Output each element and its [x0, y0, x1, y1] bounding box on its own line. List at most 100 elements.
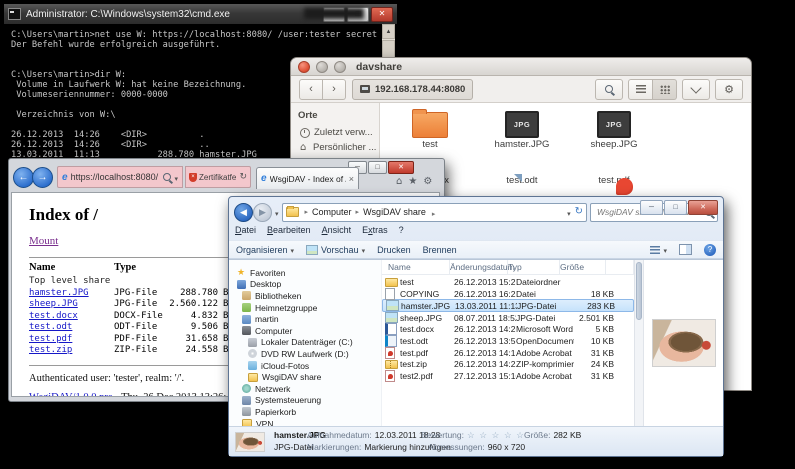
- forward-button[interactable]: ›: [323, 79, 346, 100]
- file-link[interactable]: test.zip: [29, 345, 114, 357]
- file-item[interactable]: test.pdf: [568, 149, 660, 186]
- minimize-button[interactable]: ─: [640, 200, 663, 215]
- sidebar-item[interactable]: Bibliotheken: [229, 290, 381, 302]
- address-bar[interactable]: ComputerWsgiDAV share: [282, 203, 587, 222]
- column-type[interactable]: Typ: [508, 260, 560, 274]
- address-dropdown-icon[interactable]: [567, 203, 571, 221]
- sidebar-item[interactable]: martin: [229, 313, 381, 325]
- nav-history-dropdown-icon[interactable]: [275, 203, 279, 221]
- back-button[interactable]: ◀: [234, 203, 253, 222]
- file-link[interactable]: test.pdf: [29, 334, 114, 346]
- cmd-title-bar[interactable]: Administrator: C:\Windows\system32\cmd.e…: [4, 4, 397, 24]
- search-button[interactable]: [595, 79, 623, 100]
- forward-button[interactable]: ▶: [253, 203, 272, 222]
- sidebar-item[interactable]: VPN: [229, 418, 381, 426]
- column-name[interactable]: Name: [388, 260, 450, 274]
- sidebar-item[interactable]: iCloud-Fotos: [229, 360, 381, 372]
- file-link[interactable]: test.odt: [29, 322, 114, 334]
- file-name: test.odt: [400, 336, 454, 346]
- file-row[interactable]: sheep.JPG 08.07.2011 18:52 JPG-Datei 2.5…: [382, 312, 634, 324]
- maximize-icon[interactable]: [334, 61, 346, 73]
- help-icon[interactable]: ?: [704, 244, 716, 256]
- scroll-up-icon[interactable]: ▲: [382, 24, 395, 39]
- address-bar[interactable]: e https://localhost:8080/: [57, 166, 183, 188]
- file-name: test2.pdf: [400, 371, 454, 381]
- certificate-error-button[interactable]: × Zertifikatfe... ↻: [185, 166, 251, 188]
- menu-item[interactable]: Bearbeiten: [267, 225, 311, 238]
- file-row[interactable]: test.docx 26.12.2013 14:26 Microsoft Wor…: [382, 323, 634, 335]
- scrollbar[interactable]: [634, 260, 643, 426]
- breadcrumb-item[interactable]: Computer: [301, 207, 352, 217]
- sidebar-item[interactable]: Netzwerk: [229, 383, 381, 395]
- sidebar-item[interactable]: DVD RW Laufwerk (D:): [229, 348, 381, 360]
- wsgidav-version-link[interactable]: WsgiDAV/1.0.0.pre: [29, 392, 113, 398]
- preview-pane-toggle[interactable]: [679, 244, 692, 255]
- close-button[interactable]: ✕: [688, 200, 718, 215]
- sidebar-item[interactable]: Heimnetzgruppe: [229, 302, 381, 314]
- menu-item[interactable]: Extras: [362, 225, 388, 238]
- location-button[interactable]: 192.168.178.44:8080: [352, 79, 473, 100]
- mount-link[interactable]: Mount: [29, 235, 58, 247]
- file-link[interactable]: test.docx: [29, 311, 114, 323]
- sidebar-item[interactable]: Papierkorb: [229, 406, 381, 418]
- menu-item[interactable]: Ansicht: [322, 225, 352, 238]
- print-button[interactable]: Drucken: [377, 245, 411, 255]
- back-button[interactable]: ‹: [299, 79, 323, 100]
- file-item[interactable]: JPG hamster.JPG: [476, 112, 568, 149]
- file-item[interactable]: test.odt: [476, 149, 568, 186]
- close-button[interactable]: ✕: [388, 161, 414, 174]
- scrollbar-thumb[interactable]: [636, 262, 642, 320]
- menu-item[interactable]: Datei: [235, 225, 256, 238]
- gear-icon[interactable]: ⚙: [423, 176, 432, 187]
- views-button[interactable]: [650, 245, 667, 255]
- list-view-button[interactable]: [628, 79, 653, 100]
- file-row[interactable]: COPYING 26.12.2013 16:22 Datei 18 KB: [382, 288, 634, 300]
- back-button[interactable]: ←: [13, 167, 34, 188]
- breadcrumb-item[interactable]: WsgiDAV share: [352, 207, 426, 217]
- home-icon[interactable]: ⌂: [396, 176, 402, 187]
- forward-button[interactable]: →: [32, 167, 53, 188]
- close-button[interactable]: ✕: [371, 7, 393, 22]
- nautilus-title-bar[interactable]: davshare: [291, 58, 751, 76]
- column-date-modified[interactable]: Änderungsdatum: [450, 260, 508, 274]
- sidebar-item[interactable]: Computer: [229, 325, 381, 337]
- file-row[interactable]: test.odt 26.12.2013 13:55 OpenDocument T…: [382, 335, 634, 347]
- organize-button[interactable]: Organisieren: [236, 245, 294, 255]
- file-link[interactable]: sheep.JPG: [29, 299, 114, 311]
- view-options-button[interactable]: [682, 79, 710, 100]
- maximize-button[interactable]: □: [664, 200, 687, 215]
- maximize-button[interactable]: □: [368, 161, 387, 174]
- settings-button[interactable]: ⚙: [715, 79, 743, 100]
- close-icon[interactable]: [298, 61, 310, 73]
- sidebar-item[interactable]: Desktop: [229, 279, 381, 291]
- file-item[interactable]: test: [384, 112, 476, 149]
- column-size[interactable]: Größe: [560, 260, 606, 274]
- menu-item[interactable]: ?: [399, 225, 404, 238]
- sidebar-place-item[interactable]: Persönlicher ...: [291, 140, 379, 155]
- file-item[interactable]: JPG sheep.JPG: [568, 112, 660, 149]
- file-row[interactable]: test.zip 26.12.2013 14:22 ZIP-komprimier…: [382, 358, 634, 370]
- address-dropdown-icon[interactable]: [174, 168, 178, 186]
- file-row[interactable]: test.pdf 26.12.2013 14:19 Adobe Acrobat …: [382, 347, 634, 359]
- grid-view-button[interactable]: [653, 79, 677, 100]
- sidebar-place-item[interactable]: Zuletzt verw...: [291, 125, 379, 140]
- file-row[interactable]: test2.pdf 27.12.2013 15:10 Adobe Acrobat…: [382, 370, 634, 382]
- refresh-icon[interactable]: [575, 207, 583, 217]
- file-link[interactable]: hamster.JPG: [29, 288, 114, 300]
- sidebar-item[interactable]: Systemsteuerung: [229, 395, 381, 407]
- file-row[interactable]: test 26.12.2013 15:21 Dateiordner: [382, 276, 634, 288]
- favorites-star-icon[interactable]: ★: [408, 176, 417, 187]
- tab[interactable]: e WsgiDAV - Index of / ×: [256, 167, 359, 189]
- sidebar-item[interactable]: Favoriten: [229, 267, 381, 279]
- preview-button[interactable]: Vorschau: [306, 245, 365, 255]
- file-icon: JPG: [597, 111, 631, 138]
- refresh-icon[interactable]: ↻: [239, 172, 247, 182]
- sidebar-item[interactable]: WsgiDAV share: [229, 371, 381, 383]
- file-row[interactable]: hamster.JPG 13.03.2011 11:13 JPG-Datei 2…: [382, 299, 634, 312]
- tab-close-icon[interactable]: ×: [349, 174, 354, 184]
- views-icon: [650, 246, 660, 254]
- rating-stars[interactable]: ☆ ☆ ☆ ☆ ☆: [467, 431, 525, 441]
- minimize-icon[interactable]: [316, 61, 328, 73]
- sidebar-item[interactable]: Lokaler Datenträger (C:): [229, 337, 381, 349]
- burn-button[interactable]: Brennen: [423, 245, 457, 255]
